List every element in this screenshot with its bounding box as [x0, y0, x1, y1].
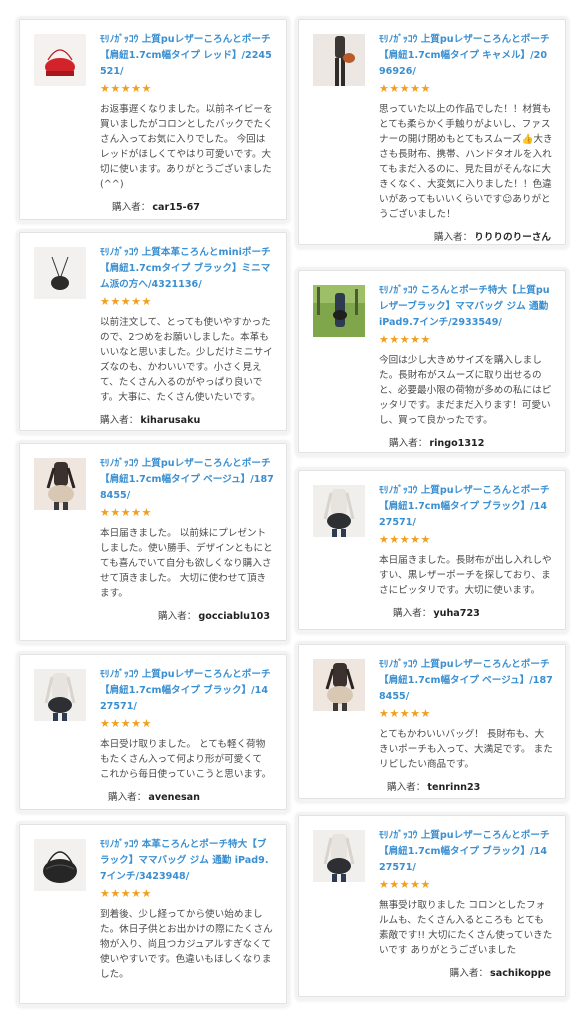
product-thumbnail[interactable] [34, 458, 86, 510]
buyer-name: yuha723 [433, 608, 480, 619]
review-card: ﾓﾘﾉｶﾞｯｺｳ 上質puレザーころんとポーチ【肩紐1.7cm幅タイプ ベージュ… [298, 644, 566, 799]
buyer-info: 購入者： car15-67 [100, 201, 274, 215]
review-card: ﾓﾘﾉｶﾞｯｺｳ ころんとポーチ特大【上質puレザーブラック】ママバッグ ジム … [298, 270, 566, 453]
product-thumbnail[interactable] [313, 34, 365, 86]
product-title-link[interactable]: ﾓﾘﾉｶﾞｯｺｳ 本革ころんとポーチ特大【ブラック】ママバッグ ジム 通勤 iP… [100, 837, 274, 885]
rating-stars: ★★★★★ [100, 887, 152, 900]
buyer-info: 購入者： ringo1312 [379, 437, 553, 451]
review-card: ﾓﾘﾉｶﾞｯｺｳ 上質puレザーころんとポーチ【肩紐1.7cm幅タイプ ブラック… [19, 654, 287, 810]
black-mini-bag-photo-icon [34, 247, 86, 299]
buyer-name: ringo1312 [429, 438, 485, 449]
product-thumbnail[interactable] [34, 34, 86, 86]
buyer-label: 購入者： [387, 782, 426, 793]
buyer-name: gocciablu103 [198, 611, 270, 622]
rating-stars: ★★★★★ [100, 295, 152, 308]
review-card: ﾓﾘﾉｶﾞｯｺｳ 上質puレザーころんとポーチ【肩紐1.7cm幅タイプ キャメル… [298, 19, 566, 245]
review-card: ﾓﾘﾉｶﾞｯｺｳ 上質puレザーころんとポーチ【肩紐1.7cm幅タイプ レッド】… [19, 19, 287, 220]
review-text: とてもかわいいバッグ！ 長財布も、大きいポーチも入って、大満足です。 またリピし… [379, 729, 553, 770]
rating-stars: ★★★★★ [379, 82, 431, 95]
product-title-link[interactable]: ﾓﾘﾉｶﾞｯｺｳ ころんとポーチ特大【上質puレザーブラック】ママバッグ ジム … [379, 283, 553, 331]
product-thumbnail[interactable] [34, 247, 86, 299]
rating-stars: ★★★★★ [379, 533, 431, 546]
buyer-label: 購入者： [158, 611, 197, 622]
buyer-info: 購入者： sachikoppe [379, 967, 553, 981]
review-text: 今回は少し大きめサイズを購入しました。長財布がスムーズに取り出せるのと、必要最小… [379, 355, 552, 426]
product-title-link[interactable]: ﾓﾘﾉｶﾞｯｺｳ 上質puレザーころんとポーチ【肩紐1.7cm幅タイプ ベージュ… [379, 657, 553, 705]
product-thumbnail[interactable] [313, 285, 365, 337]
review-text: 無事受け取りました コロンとしたフォルムも、たくさん入るところも とても素敵です… [379, 900, 553, 956]
park-bag-photo-icon [313, 285, 365, 337]
rating-stars: ★★★★★ [100, 506, 152, 519]
product-thumbnail[interactable] [313, 659, 365, 711]
product-title-link[interactable]: ﾓﾘﾉｶﾞｯｺｳ 上質puレザーころんとポーチ【肩紐1.7cm幅タイプ キャメル… [379, 32, 553, 80]
buyer-info: 購入者： tenrinn23 [379, 781, 553, 795]
camel-bag-photo-icon [313, 34, 365, 86]
review-text: お返事遅くなりました。以前ネイビーを買いましたがコロンとしたバックでたくさん入っ… [100, 104, 273, 190]
review-card: ﾓﾘﾉｶﾞｯｺｳ 本革ころんとポーチ特大【ブラック】ママバッグ ジム 通勤 iP… [19, 824, 287, 1004]
product-title-link[interactable]: ﾓﾘﾉｶﾞｯｺｳ 上質puレザーころんとポーチ【肩紐1.7cm幅タイプ レッド】… [100, 32, 274, 80]
rating-stars: ★★★★★ [100, 717, 152, 730]
product-thumbnail[interactable] [313, 485, 365, 537]
buyer-name: car15-67 [152, 202, 200, 213]
product-title-link[interactable]: ﾓﾘﾉｶﾞｯｺｳ 上質puレザーころんとポーチ【肩紐1.7cm幅タイプ ブラック… [379, 483, 553, 531]
product-title-link[interactable]: ﾓﾘﾉｶﾞｯｺｳ 上質puレザーころんとポーチ【肩紐1.7cm幅タイプ ブラック… [379, 828, 553, 876]
buyer-info: 購入者： gocciablu103 [100, 610, 274, 624]
review-card: ﾓﾘﾉｶﾞｯｺｳ 上質puレザーころんとポーチ【肩紐1.7cm幅タイプ ベージュ… [19, 443, 287, 641]
red-bag-photo-icon [34, 34, 86, 86]
review-text: 本日受け取りました。 とても軽く荷物もたくさん入って何より形が可愛くて これから… [100, 739, 272, 780]
buyer-info: 購入者： kiharusaku [100, 414, 274, 428]
product-title-link[interactable]: ﾓﾘﾉｶﾞｯｺｳ 上質本革ころんとminiポーチ【肩紐1.7cmタイプ ブラック… [100, 245, 274, 293]
review-card: ﾓﾘﾉｶﾞｯｺｳ 上質puレザーころんとポーチ【肩紐1.7cm幅タイプ ブラック… [298, 470, 566, 630]
rating-stars: ★★★★★ [379, 333, 431, 346]
buyer-name: kiharusaku [140, 415, 201, 426]
black-bag-photo-icon [313, 485, 365, 537]
buyer-name: avenesan [148, 792, 200, 803]
large-black-bag-photo-icon [34, 839, 86, 891]
black-bag-photo-icon [313, 830, 365, 882]
buyer-name: りりりのりーさん [474, 232, 551, 243]
buyer-info: 購入者： りりりのりーさん [379, 231, 553, 245]
buyer-info: 購入者： yuha723 [379, 607, 553, 621]
beige-bag-photo-icon [34, 458, 86, 510]
review-card: ﾓﾘﾉｶﾞｯｺｳ 上質puレザーころんとポーチ【肩紐1.7cm幅タイプ ブラック… [298, 815, 566, 997]
buyer-label: 購入者： [100, 415, 139, 426]
product-thumbnail[interactable] [34, 839, 86, 891]
beige-bag-photo-icon [313, 659, 365, 711]
buyer-label: 購入者： [389, 438, 428, 449]
buyer-name: tenrinn23 [427, 782, 481, 793]
black-bag-photo-icon [34, 669, 86, 721]
buyer-label: 購入者： [433, 232, 473, 243]
product-title-link[interactable]: ﾓﾘﾉｶﾞｯｺｳ 上質puレザーころんとポーチ【肩紐1.7cm幅タイプ ベージュ… [100, 456, 274, 504]
buyer-label: 購入者： [108, 792, 147, 803]
product-thumbnail[interactable] [34, 669, 86, 721]
product-title-link[interactable]: ﾓﾘﾉｶﾞｯｺｳ 上質puレザーころんとポーチ【肩紐1.7cm幅タイプ ブラック… [100, 667, 274, 715]
rating-stars: ★★★★★ [379, 707, 431, 720]
rating-stars: ★★★★★ [100, 82, 152, 95]
product-thumbnail[interactable] [313, 830, 365, 882]
buyer-label: 購入者： [449, 968, 489, 979]
buyer-info: 購入者： avenesan [100, 791, 274, 805]
rating-stars: ★★★★★ [379, 878, 431, 891]
review-card: ﾓﾘﾉｶﾞｯｺｳ 上質本革ころんとminiポーチ【肩紐1.7cmタイプ ブラック… [19, 232, 287, 431]
review-text: 思っていた以上の作品でした！！材質もとても柔らかく手触りがよいし、ファスナーの開… [379, 104, 553, 220]
buyer-label: 購入者： [393, 608, 432, 619]
review-text: 本日届きました。 以前妹にプレゼントしました。使い勝手、デザインともにとても喜ん… [100, 528, 273, 599]
review-text: 以前注文して、とっても使いやすかったので、2つめをお願いしました。本革もいいなと… [100, 317, 273, 403]
buyer-label: 購入者： [112, 202, 151, 213]
review-text: 到着後、少し経ってから使い始めました。休日子供とお出かけの際にたくさん物が入り、… [100, 909, 273, 980]
buyer-name: sachikoppe [490, 968, 551, 979]
review-text: 本日届きました。長財布が出し入れしやすい、黒レザーポーチを探しており、まさにピッ… [379, 555, 552, 596]
